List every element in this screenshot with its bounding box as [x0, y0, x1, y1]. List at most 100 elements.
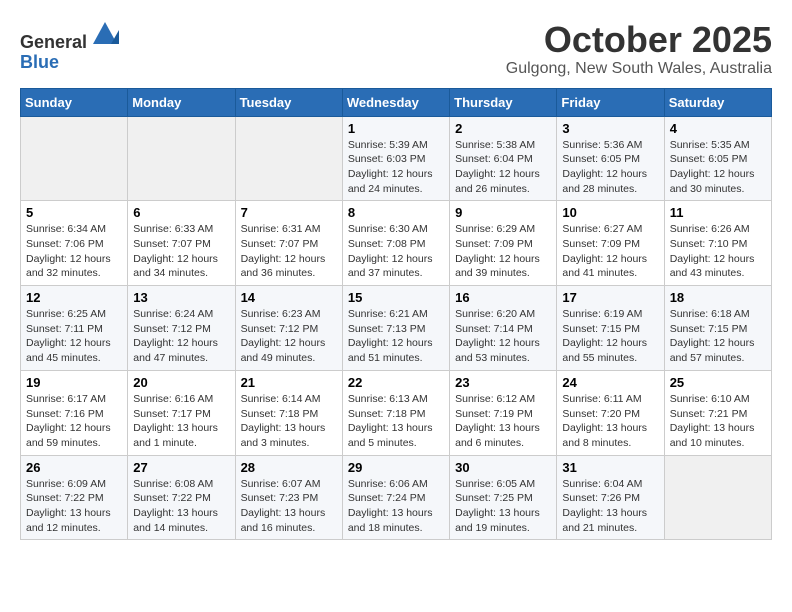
- day-number: 5: [26, 205, 122, 220]
- day-info: Sunrise: 6:11 AM Sunset: 7:20 PM Dayligh…: [562, 392, 658, 451]
- logo-blue: Blue: [20, 53, 119, 73]
- table-row: 29 Sunrise: 6:06 AM Sunset: 7:24 PM Dayli…: [342, 455, 449, 540]
- table-row: 30Sunrise: 6:05 AM Sunset: 7:25 PM Dayli…: [450, 455, 557, 540]
- table-row: 5 Sunrise: 6:34 AM Sunset: 7:06 PM Daylig…: [21, 201, 128, 286]
- weekday-header: Tuesday: [235, 88, 342, 116]
- day-info: Sunrise: 6:10 AM Sunset: 7:21 PM Dayligh…: [670, 392, 766, 451]
- table-row: 11Sunrise: 6:26 AM Sunset: 7:10 PM Dayli…: [664, 201, 771, 286]
- weekday-header: Friday: [557, 88, 664, 116]
- day-number: 14: [241, 290, 337, 305]
- table-row: 15 Sunrise: 6:21 AM Sunset: 7:13 PM Dayli…: [342, 286, 449, 371]
- day-number: 20: [133, 375, 229, 390]
- month-title: October 2025: [506, 20, 772, 60]
- day-number: 2: [455, 121, 551, 136]
- day-info: Sunrise: 6:18 AM Sunset: 7:15 PM Dayligh…: [670, 307, 766, 366]
- day-number: 13: [133, 290, 229, 305]
- day-info: Sunrise: 5:39 AM Sunset: 6:03 PM Dayligh…: [348, 138, 444, 197]
- day-info: Sunrise: 6:20 AM Sunset: 7:14 PM Dayligh…: [455, 307, 551, 366]
- day-number: 23: [455, 375, 551, 390]
- table-row: [21, 116, 128, 201]
- day-info: Sunrise: 6:08 AM Sunset: 7:22 PM Dayligh…: [133, 477, 229, 536]
- day-info: Sunrise: 6:33 AM Sunset: 7:07 PM Dayligh…: [133, 222, 229, 281]
- day-number: 16: [455, 290, 551, 305]
- table-row: 13Sunrise: 6:24 AM Sunset: 7:12 PM Dayli…: [128, 286, 235, 371]
- logo-general: General: [20, 32, 87, 52]
- calendar-week: 5 Sunrise: 6:34 AM Sunset: 7:06 PM Daylig…: [21, 201, 772, 286]
- day-info: Sunrise: 6:27 AM Sunset: 7:09 PM Dayligh…: [562, 222, 658, 281]
- day-number: 31: [562, 460, 658, 475]
- calendar-week: 26Sunrise: 6:09 AM Sunset: 7:22 PM Dayli…: [21, 455, 772, 540]
- calendar-week: 12Sunrise: 6:25 AM Sunset: 7:11 PM Dayli…: [21, 286, 772, 371]
- day-info: Sunrise: 6:17 AM Sunset: 7:16 PM Dayligh…: [26, 392, 122, 451]
- day-number: 15: [348, 290, 444, 305]
- day-info: Sunrise: 6:05 AM Sunset: 7:25 PM Dayligh…: [455, 477, 551, 536]
- location: Gulgong, New South Wales, Australia: [506, 60, 772, 78]
- day-info: Sunrise: 6:07 AM Sunset: 7:23 PM Dayligh…: [241, 477, 337, 536]
- table-row: 4 Sunrise: 5:35 AM Sunset: 6:05 PM Daylig…: [664, 116, 771, 201]
- day-info: Sunrise: 6:13 AM Sunset: 7:18 PM Dayligh…: [348, 392, 444, 451]
- table-row: 23 Sunrise: 6:12 AM Sunset: 7:19 PM Dayli…: [450, 370, 557, 455]
- day-number: 17: [562, 290, 658, 305]
- day-number: 25: [670, 375, 766, 390]
- day-number: 4: [670, 121, 766, 136]
- day-info: Sunrise: 6:09 AM Sunset: 7:22 PM Dayligh…: [26, 477, 122, 536]
- day-info: Sunrise: 6:12 AM Sunset: 7:19 PM Dayligh…: [455, 392, 551, 451]
- table-row: 20 Sunrise: 6:16 AM Sunset: 7:17 PM Dayli…: [128, 370, 235, 455]
- table-row: 25 Sunrise: 6:10 AM Sunset: 7:21 PM Dayli…: [664, 370, 771, 455]
- day-info: Sunrise: 6:23 AM Sunset: 7:12 PM Dayligh…: [241, 307, 337, 366]
- weekday-header: Sunday: [21, 88, 128, 116]
- table-row: 12Sunrise: 6:25 AM Sunset: 7:11 PM Dayli…: [21, 286, 128, 371]
- day-number: 6: [133, 205, 229, 220]
- day-info: Sunrise: 6:16 AM Sunset: 7:17 PM Dayligh…: [133, 392, 229, 451]
- weekday-header: Saturday: [664, 88, 771, 116]
- day-number: 12: [26, 290, 122, 305]
- day-info: Sunrise: 6:31 AM Sunset: 7:07 PM Dayligh…: [241, 222, 337, 281]
- day-number: 1: [348, 121, 444, 136]
- calendar-body: 1 Sunrise: 5:39 AM Sunset: 6:03 PM Daylig…: [21, 116, 772, 540]
- table-row: 18 Sunrise: 6:18 AM Sunset: 7:15 PM Dayli…: [664, 286, 771, 371]
- table-row: 14 Sunrise: 6:23 AM Sunset: 7:12 PM Dayli…: [235, 286, 342, 371]
- day-info: Sunrise: 6:26 AM Sunset: 7:10 PM Dayligh…: [670, 222, 766, 281]
- table-row: 19Sunrise: 6:17 AM Sunset: 7:16 PM Dayli…: [21, 370, 128, 455]
- logo-icon: [91, 20, 119, 48]
- table-row: 7 Sunrise: 6:31 AM Sunset: 7:07 PM Daylig…: [235, 201, 342, 286]
- table-row: 1 Sunrise: 5:39 AM Sunset: 6:03 PM Daylig…: [342, 116, 449, 201]
- table-row: [128, 116, 235, 201]
- table-row: 21 Sunrise: 6:14 AM Sunset: 7:18 PM Dayli…: [235, 370, 342, 455]
- day-info: Sunrise: 6:06 AM Sunset: 7:24 PM Dayligh…: [348, 477, 444, 536]
- day-info: Sunrise: 5:35 AM Sunset: 6:05 PM Dayligh…: [670, 138, 766, 197]
- weekday-header: Monday: [128, 88, 235, 116]
- day-number: 7: [241, 205, 337, 220]
- table-row: 24 Sunrise: 6:11 AM Sunset: 7:20 PM Dayli…: [557, 370, 664, 455]
- day-number: 8: [348, 205, 444, 220]
- calendar-week: 1 Sunrise: 5:39 AM Sunset: 6:03 PM Daylig…: [21, 116, 772, 201]
- day-number: 18: [670, 290, 766, 305]
- day-number: 24: [562, 375, 658, 390]
- table-row: 28Sunrise: 6:07 AM Sunset: 7:23 PM Dayli…: [235, 455, 342, 540]
- table-row: 26Sunrise: 6:09 AM Sunset: 7:22 PM Dayli…: [21, 455, 128, 540]
- table-row: 27Sunrise: 6:08 AM Sunset: 7:22 PM Dayli…: [128, 455, 235, 540]
- day-info: Sunrise: 6:29 AM Sunset: 7:09 PM Dayligh…: [455, 222, 551, 281]
- day-info: Sunrise: 6:30 AM Sunset: 7:08 PM Dayligh…: [348, 222, 444, 281]
- calendar-header: SundayMondayTuesdayWednesdayThursdayFrid…: [21, 88, 772, 116]
- day-number: 3: [562, 121, 658, 136]
- table-row: 8 Sunrise: 6:30 AM Sunset: 7:08 PM Daylig…: [342, 201, 449, 286]
- day-number: 29: [348, 460, 444, 475]
- day-info: Sunrise: 6:21 AM Sunset: 7:13 PM Dayligh…: [348, 307, 444, 366]
- calendar-table: SundayMondayTuesdayWednesdayThursdayFrid…: [20, 88, 772, 541]
- day-info: Sunrise: 6:14 AM Sunset: 7:18 PM Dayligh…: [241, 392, 337, 451]
- day-info: Sunrise: 5:38 AM Sunset: 6:04 PM Dayligh…: [455, 138, 551, 197]
- table-row: 9Sunrise: 6:29 AM Sunset: 7:09 PM Daylig…: [450, 201, 557, 286]
- table-row: 6 Sunrise: 6:33 AM Sunset: 7:07 PM Daylig…: [128, 201, 235, 286]
- weekday-row: SundayMondayTuesdayWednesdayThursdayFrid…: [21, 88, 772, 116]
- table-row: 2 Sunrise: 5:38 AM Sunset: 6:04 PM Daylig…: [450, 116, 557, 201]
- title-block: October 2025 Gulgong, New South Wales, A…: [506, 20, 772, 78]
- day-info: Sunrise: 6:19 AM Sunset: 7:15 PM Dayligh…: [562, 307, 658, 366]
- table-row: [235, 116, 342, 201]
- table-row: 22Sunrise: 6:13 AM Sunset: 7:18 PM Dayli…: [342, 370, 449, 455]
- day-number: 21: [241, 375, 337, 390]
- table-row: 3 Sunrise: 5:36 AM Sunset: 6:05 PM Daylig…: [557, 116, 664, 201]
- day-info: Sunrise: 6:34 AM Sunset: 7:06 PM Dayligh…: [26, 222, 122, 281]
- day-info: Sunrise: 5:36 AM Sunset: 6:05 PM Dayligh…: [562, 138, 658, 197]
- table-row: [664, 455, 771, 540]
